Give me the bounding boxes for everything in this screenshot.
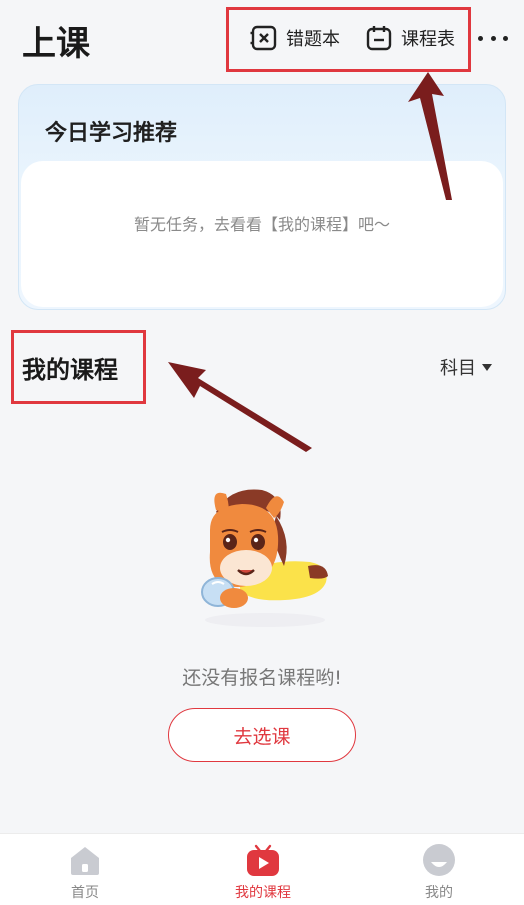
tab-my-courses[interactable]: 我的课程 bbox=[203, 842, 323, 902]
recommendation-title: 今日学习推荐 bbox=[45, 121, 178, 146]
page: 上课 错题本 课程表 今日学习推荐 暂无任务，去看看【我的课程】吧～ 我的课程 … bbox=[0, 0, 524, 905]
profile-icon bbox=[423, 844, 455, 876]
recommendation-card: 今日学习推荐 暂无任务，去看看【我的课程】吧～ bbox=[18, 84, 506, 310]
more-dots-icon-dot bbox=[490, 35, 496, 41]
my-courses-empty-message: 还没有报名课程哟! bbox=[182, 667, 342, 689]
annotation-box-header-actions bbox=[226, 7, 471, 72]
tab-home-label: 首页 bbox=[71, 885, 99, 901]
choose-course-button[interactable]: 去选课 bbox=[168, 708, 356, 762]
bottom-tab-bar: 首页 我的课程 我的 bbox=[0, 833, 524, 905]
more-dots-icon-dot bbox=[503, 35, 508, 41]
more-options-button[interactable] bbox=[478, 26, 508, 50]
recommendation-empty-message: 暂无任务，去看看【我的课程】吧～ bbox=[133, 215, 390, 234]
caret-down-icon bbox=[482, 363, 492, 371]
recommendation-content: 暂无任务，去看看【我的课程】吧～ bbox=[21, 161, 503, 307]
tab-home[interactable]: 首页 bbox=[25, 842, 145, 902]
tab-profile-label: 我的 bbox=[425, 885, 453, 901]
tab-profile[interactable]: 我的 bbox=[379, 842, 499, 902]
annotation-arrow-left bbox=[168, 362, 312, 452]
horse-mascot-illustration bbox=[201, 489, 328, 627]
subject-filter-label: 科目 bbox=[440, 358, 476, 379]
play-icon bbox=[247, 844, 279, 876]
page-title: 上课 bbox=[22, 24, 90, 64]
more-dots-icon bbox=[478, 35, 483, 41]
tab-my-courses-label: 我的课程 bbox=[235, 885, 291, 901]
home-icon bbox=[71, 847, 99, 875]
subject-filter-dropdown[interactable]: 科目 bbox=[440, 354, 492, 380]
annotation-box-my-courses bbox=[11, 330, 146, 404]
